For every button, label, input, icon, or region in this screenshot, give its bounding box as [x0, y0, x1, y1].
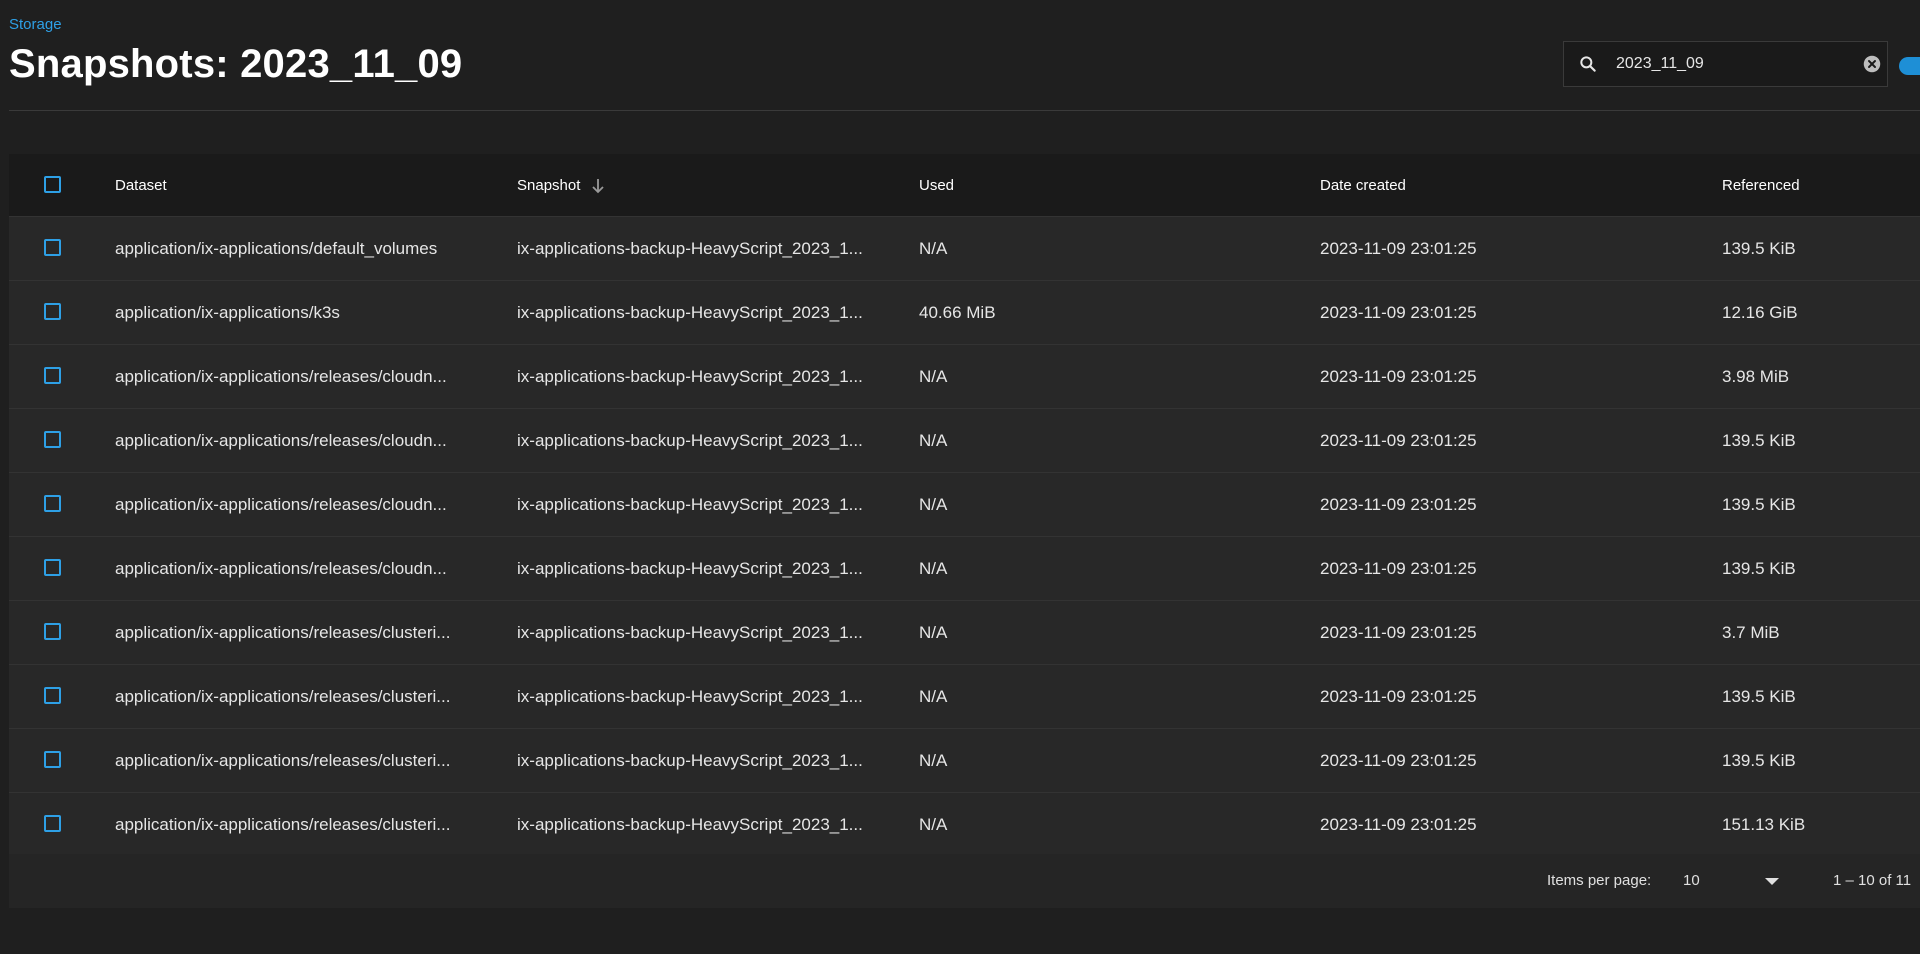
cell-used: N/A	[919, 815, 948, 834]
table-row[interactable]: application/ix-applications/default_volu…	[9, 217, 1920, 281]
row-checkbox[interactable]	[44, 559, 61, 576]
cell-date-created: 2023-11-09 23:01:25	[1320, 751, 1477, 770]
column-header-date-created[interactable]: Date created	[1320, 154, 1640, 217]
cell-used: N/A	[919, 687, 948, 706]
cell-dataset: application/ix-applications/releases/clu…	[115, 815, 451, 834]
cell-used: N/A	[919, 623, 948, 642]
column-header-referenced[interactable]: Referenced	[1722, 154, 1912, 217]
snapshots-table: Dataset Snapshot Used Date created Refer…	[9, 154, 1920, 908]
page-range-label: 1 – 10 of 11	[1833, 872, 1912, 889]
column-header-used[interactable]: Used	[919, 154, 1219, 217]
table-row[interactable]: application/ix-applications/releases/clu…	[9, 793, 1920, 857]
search-input[interactable]	[1616, 51, 1846, 77]
cell-referenced: 151.13 KiB	[1722, 815, 1806, 834]
cell-used: N/A	[919, 751, 948, 770]
row-checkbox[interactable]	[44, 623, 61, 640]
cell-snapshot: ix-applications-backup-HeavyScript_2023_…	[517, 815, 863, 834]
cell-date-created: 2023-11-09 23:01:25	[1320, 367, 1477, 386]
cell-referenced: 139.5 KiB	[1722, 751, 1796, 770]
row-checkbox[interactable]	[44, 431, 61, 448]
cell-dataset: application/ix-applications/releases/clo…	[115, 495, 447, 514]
cell-referenced: 12.16 GiB	[1722, 303, 1798, 322]
cell-date-created: 2023-11-09 23:01:25	[1320, 495, 1477, 514]
row-checkbox[interactable]	[44, 367, 61, 384]
cell-dataset: application/ix-applications/releases/clo…	[115, 431, 447, 450]
cell-referenced: 139.5 KiB	[1722, 559, 1796, 578]
cell-referenced: 3.7 MiB	[1722, 623, 1780, 642]
page-title: Snapshots: 2023_11_09	[9, 42, 463, 86]
page: Storage Snapshots: 2023_11_09 Dataset Sn…	[0, 0, 1920, 954]
cell-snapshot: ix-applications-backup-HeavyScript_2023_…	[517, 431, 863, 450]
table-row[interactable]: application/ix-applications/releases/clo…	[9, 473, 1920, 537]
cell-dataset: application/ix-applications/releases/clu…	[115, 687, 451, 706]
cell-snapshot: ix-applications-backup-HeavyScript_2023_…	[517, 495, 863, 514]
row-checkbox[interactable]	[44, 303, 61, 320]
cell-used: 40.66 MiB	[919, 303, 996, 322]
column-header-dataset[interactable]: Dataset	[115, 154, 503, 217]
table-row[interactable]: application/ix-applications/releases/clu…	[9, 601, 1920, 665]
cell-snapshot: ix-applications-backup-HeavyScript_2023_…	[517, 303, 863, 322]
cell-date-created: 2023-11-09 23:01:25	[1320, 239, 1477, 258]
cell-referenced: 139.5 KiB	[1722, 495, 1796, 514]
cell-dataset: application/ix-applications/releases/clu…	[115, 623, 451, 642]
table-row[interactable]: application/ix-applications/releases/clu…	[9, 729, 1920, 793]
cell-used: N/A	[919, 495, 948, 514]
row-checkbox[interactable]	[44, 687, 61, 704]
cell-date-created: 2023-11-09 23:01:25	[1320, 815, 1477, 834]
cell-date-created: 2023-11-09 23:01:25	[1320, 623, 1477, 642]
cell-referenced: 139.5 KiB	[1722, 687, 1796, 706]
table-row[interactable]: application/ix-applications/k3s ix-applic…	[9, 281, 1920, 345]
cell-used: N/A	[919, 559, 948, 578]
items-per-page-value: 10	[1683, 872, 1700, 889]
cell-date-created: 2023-11-09 23:01:25	[1320, 431, 1477, 450]
items-per-page-label: Items per page:	[1547, 872, 1652, 889]
breadcrumb-storage[interactable]: Storage	[9, 16, 62, 33]
table-row[interactable]: application/ix-applications/releases/clu…	[9, 665, 1920, 729]
table-row[interactable]: application/ix-applications/releases/clo…	[9, 345, 1920, 409]
search-icon	[1580, 56, 1596, 72]
items-per-page-select[interactable]: 10	[1683, 864, 1783, 898]
row-checkbox[interactable]	[44, 815, 61, 832]
cell-snapshot: ix-applications-backup-HeavyScript_2023_…	[517, 559, 863, 578]
cell-referenced: 139.5 KiB	[1722, 239, 1796, 258]
cell-used: N/A	[919, 367, 948, 386]
search-box[interactable]	[1563, 41, 1888, 87]
cell-referenced: 3.98 MiB	[1722, 367, 1790, 386]
column-header-snapshot[interactable]: Snapshot	[517, 154, 897, 217]
cell-date-created: 2023-11-09 23:01:25	[1320, 303, 1477, 322]
cell-snapshot: ix-applications-backup-HeavyScript_2023_…	[517, 239, 863, 258]
cell-snapshot: ix-applications-backup-HeavyScript_2023_…	[517, 367, 863, 386]
cell-date-created: 2023-11-09 23:01:25	[1320, 559, 1477, 578]
table-row[interactable]: application/ix-applications/releases/clo…	[9, 537, 1920, 601]
cell-dataset: application/ix-applications/default_volu…	[115, 239, 438, 258]
table-header: Dataset Snapshot Used Date created Refer…	[9, 154, 1920, 217]
cell-dataset: application/ix-applications/k3s	[115, 303, 340, 322]
toggle-switch[interactable]	[1899, 57, 1920, 75]
cell-dataset: application/ix-applications/releases/clo…	[115, 559, 447, 578]
row-checkbox[interactable]	[44, 751, 61, 768]
header-divider	[9, 110, 1920, 111]
cell-snapshot: ix-applications-backup-HeavyScript_2023_…	[517, 687, 863, 706]
cell-snapshot: ix-applications-backup-HeavyScript_2023_…	[517, 623, 863, 642]
cell-dataset: application/ix-applications/releases/clo…	[115, 367, 447, 386]
row-checkbox[interactable]	[44, 495, 61, 512]
select-all-checkbox[interactable]	[44, 176, 61, 193]
cell-used: N/A	[919, 239, 948, 258]
cell-used: N/A	[919, 431, 948, 450]
row-checkbox[interactable]	[44, 239, 61, 256]
column-header-snapshot-label: Snapshot	[517, 177, 581, 194]
paginator: Items per page: 10 1 – 10 of 11	[9, 854, 1920, 908]
clear-icon[interactable]	[1863, 55, 1881, 73]
arrow-down-icon	[591, 179, 604, 194]
cell-snapshot: ix-applications-backup-HeavyScript_2023_…	[517, 751, 863, 770]
caret-down-icon	[1765, 878, 1779, 885]
cell-date-created: 2023-11-09 23:01:25	[1320, 687, 1477, 706]
cell-dataset: application/ix-applications/releases/clu…	[115, 751, 451, 770]
cell-referenced: 139.5 KiB	[1722, 431, 1796, 450]
table-row[interactable]: application/ix-applications/releases/clo…	[9, 409, 1920, 473]
